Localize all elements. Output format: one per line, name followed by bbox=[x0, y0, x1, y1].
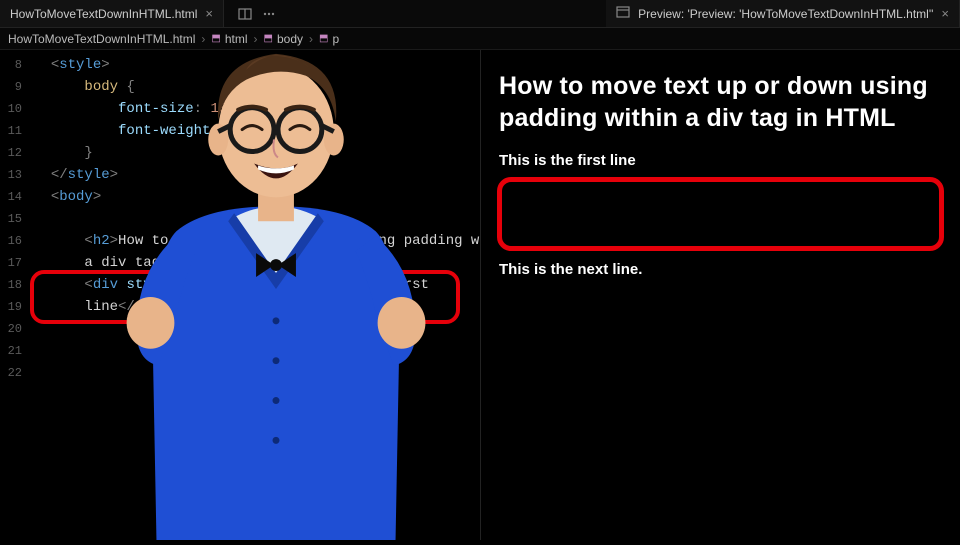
breadcrumb: HowToMoveTextDownInHTML.html › ⬒html › ⬒… bbox=[0, 28, 960, 50]
symbol-icon: ⬒ bbox=[319, 33, 328, 44]
preview-line-2: This is the next line. bbox=[499, 261, 942, 278]
main-split: 8910 111213 141516 171819 202122 <style>… bbox=[0, 50, 960, 540]
chevron-right-icon: › bbox=[309, 32, 313, 46]
code-editor[interactable]: 8910 111213 141516 171819 202122 <style>… bbox=[0, 50, 480, 540]
close-icon[interactable]: × bbox=[205, 6, 213, 21]
app-root: HowToMoveTextDownInHTML.html × Preview: … bbox=[0, 0, 960, 540]
tab-editor[interactable]: HowToMoveTextDownInHTML.html × bbox=[0, 0, 224, 27]
chevron-right-icon: › bbox=[201, 32, 205, 46]
code-body: <style> body { font-size: 18px; font-wei… bbox=[34, 54, 476, 318]
split-icon[interactable] bbox=[238, 7, 252, 21]
symbol-icon: ⬒ bbox=[264, 33, 273, 44]
preview-line-1: This is the first line bbox=[499, 152, 942, 169]
preview-pane: How to move text up or down using paddin… bbox=[480, 50, 960, 540]
breadcrumb-node[interactable]: ⬒p bbox=[319, 32, 339, 46]
more-icon[interactable] bbox=[262, 7, 276, 21]
tab-editor-label: HowToMoveTextDownInHTML.html bbox=[10, 7, 197, 21]
breadcrumb-node[interactable]: ⬒html bbox=[211, 32, 247, 46]
tab-preview-label: Preview: 'Preview: 'HowToMoveTextDownInH… bbox=[638, 7, 933, 21]
editor-split-controls bbox=[224, 0, 290, 27]
line-gutter: 8910 111213 141516 171819 202122 bbox=[0, 50, 26, 384]
preview-heading: How to move text up or down using paddin… bbox=[499, 70, 942, 134]
tab-preview[interactable]: Preview: 'Preview: 'HowToMoveTextDownInH… bbox=[606, 0, 960, 27]
breadcrumb-node[interactable]: ⬒body bbox=[264, 32, 303, 46]
breadcrumb-file[interactable]: HowToMoveTextDownInHTML.html bbox=[8, 32, 195, 46]
preview-icon bbox=[616, 5, 630, 22]
symbol-icon: ⬒ bbox=[211, 33, 220, 44]
tab-bar: HowToMoveTextDownInHTML.html × Preview: … bbox=[0, 0, 960, 28]
close-icon[interactable]: × bbox=[941, 6, 949, 21]
chevron-right-icon: › bbox=[254, 32, 258, 46]
highlight-box bbox=[497, 177, 944, 251]
